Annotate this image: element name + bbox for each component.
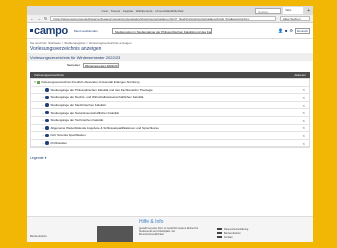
header-icons: 👤 ■ ⚙ Deutsch [278,27,310,34]
node-icon [45,141,49,145]
url-input[interactable]: https://www.campo.fau.de/qisserver/pages… [50,16,276,21]
help-info-link[interactable]: Hilfe & Info [139,219,163,225]
link-bar-icon [217,235,222,239]
campo-logo[interactable]: campo [30,25,68,37]
col-name: Vorlesungsverzeichnis [34,73,64,77]
tree-row-label[interactable]: Studiengänge der Technischen Fakultät [51,118,104,122]
footer-left-link[interactable]: Barrierefreiheit [30,235,46,238]
tree-row[interactable]: › Allgemeine Weiterbildende Angebote & Sc… [31,125,309,133]
catalog-subheader: Vorlesungsverzeichnis für Wintersemester… [27,53,313,61]
tree-row[interactable]: › Studiengänge der Philosophischen Fakult… [31,87,309,95]
share-icon[interactable]: < [303,95,305,100]
forward-icon[interactable]: → [37,16,41,21]
share-icon[interactable]: < [303,133,305,138]
address-bar-row: ← → ↻ https://www.campo.fau.de/qisserver… [27,15,313,23]
tree-row[interactable]: › Studiengänge der Technischen Fakultät < [31,117,309,125]
menu-toggle-button[interactable]: Menü ausblenden [74,29,98,33]
node-icon [45,110,49,115]
footer-link-label[interactable]: Barrierefreiheit [224,232,240,235]
browser-window: crest · Tweets · zapplas · Wahlperiode ·… [27,6,313,242]
bookmark-icon[interactable]: ■ [285,28,287,33]
node-icon [45,95,49,100]
tree-row-label[interactable]: Studiengänge der Medizinischen Fakultät [51,103,106,107]
share-icon[interactable]: < [303,110,305,115]
logo-text: campo [34,24,68,37]
tree-row-label[interactable]: Allgemeine Weiterbildende Angebote & Sch… [51,126,159,130]
node-icon [45,133,49,138]
page-title: Vorlesungsverzeichnis anzeigen [30,46,102,52]
node-icon [45,103,49,107]
semester-select[interactable]: Wintersemester 2022/23 [82,62,119,68]
settings-icon[interactable]: ⚙ [289,28,293,33]
chevron-down-icon: ▾ [44,156,47,161]
browser-tabs[interactable]: crest · Tweets · zapplas · Wahlperiode ·… [30,9,255,13]
context-select[interactable]: Studierenden in Studiengänge der Philoso… [111,27,212,34]
folder-icon [37,80,40,84]
legend-label[interactable]: Legende [30,156,44,160]
logo-mark-icon [30,29,33,32]
footer-image [97,226,133,242]
node-icon [45,118,49,123]
footer-text: gestellt bei jeder FAU, & zusätzlich wei… [139,227,199,236]
language-select[interactable]: Deutsch [294,27,310,34]
legend-link[interactable]: Legende ▾ [27,148,313,168]
link-bar-icon [217,231,222,235]
tab-search[interactable]: Suchen [255,7,282,14]
new-tab-icon[interactable]: + [307,8,310,14]
tree-row[interactable]: › Studiengänge der Medizinischen Fakultät… [31,102,309,110]
share-icon[interactable]: < [303,103,305,108]
browser-search-input[interactable]: Alles Suchen [280,16,310,21]
semester-row: Semester Wintersemester 2022/23 [27,61,313,69]
tree-row[interactable]: › FAU Scientia Spezifikation < [31,132,309,140]
tree-root-row[interactable]: ▾ Vorlesungsverzeichnis Friedrich-Alexan… [31,79,309,87]
tab-active[interactable]: Tabs [283,7,304,14]
tree-row[interactable]: › Studiengänge der Naturwissenschaftliche… [31,109,309,117]
campo-header: campo Menü ausblenden Studierenden in St… [27,23,313,39]
catalog-tree: ▾ Vorlesungsverzeichnis Friedrich-Alexan… [30,78,310,149]
footer: Hilfe & Info gestellt bei jeder FAU, & z… [27,216,313,242]
share-icon[interactable]: < [303,125,305,130]
col-actions: Aktionen [294,73,306,77]
browser-tabbar: crest · Tweets · zapplas · Wahlperiode ·… [27,6,313,15]
footer-link[interactable]: Kontakt [217,235,277,239]
tree-row-label[interactable]: Studiengänge der Philosophischen Fakultä… [51,88,153,92]
tree-row-label[interactable]: Studiengänge der Rechts- und Wirtschafts… [51,95,144,99]
semester-label: Semester [67,63,80,67]
tree-row[interactable]: › Studiengänge der Rechts- und Wirtschaft… [31,94,309,102]
share-icon[interactable]: < [303,87,305,92]
share-icon[interactable]: < [303,141,305,146]
footer-link-label[interactable]: Datenschutzerklärung [224,228,248,231]
tree-root-label[interactable]: Vorlesungsverzeichnis Friedrich-Alexande… [41,80,139,84]
link-bar-icon [217,227,222,231]
back-icon[interactable]: ← [30,16,34,21]
share-icon[interactable]: < [303,118,305,123]
user-icon[interactable]: 👤 [278,28,283,33]
tree-row-label[interactable]: Studiengänge der Naturwissenschaftlichen… [51,111,119,115]
reload-icon[interactable]: ↻ [44,16,47,21]
tree-row-label[interactable]: FAU Scientia Spezifikation [51,133,86,137]
footer-links: Datenschutzerklärung Barrierefreiheit Ko… [217,227,277,239]
tree-row[interactable]: › Profilstudien < [31,140,309,148]
node-icon [45,126,49,130]
node-icon [45,88,49,92]
footer-link-label[interactable]: Kontakt [224,236,232,239]
tree-row-label[interactable]: Profilstudien [51,141,68,145]
